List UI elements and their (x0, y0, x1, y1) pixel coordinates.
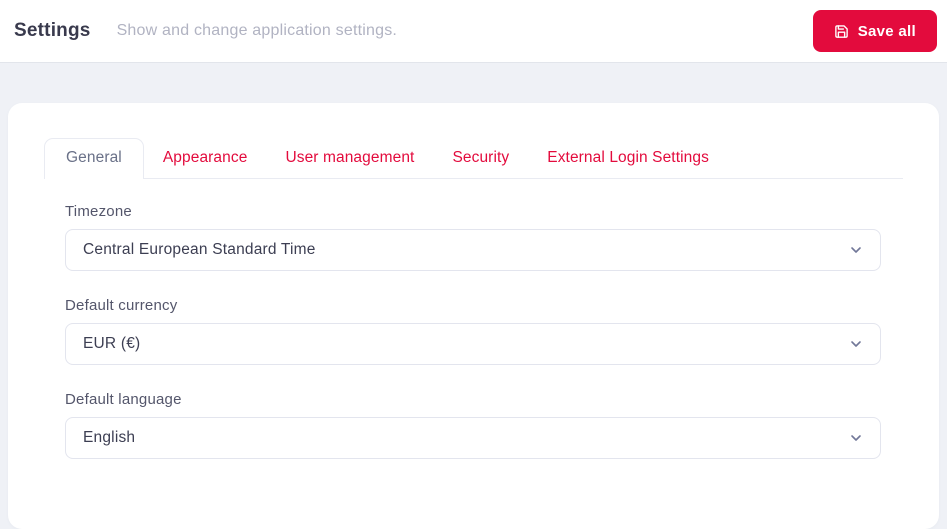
chevron-down-icon (848, 242, 864, 258)
timezone-select[interactable]: Central European Standard Time (65, 229, 881, 271)
default-language-label: Default language (65, 391, 881, 408)
default-currency-select-value: EUR (€) (83, 335, 140, 353)
tab-security[interactable]: Security (433, 139, 528, 178)
default-language-select-value: English (83, 429, 135, 447)
default-language-select[interactable]: English (65, 417, 881, 459)
tab-general[interactable]: General (44, 138, 144, 179)
general-tab-panel: Timezone Central European Standard Time … (44, 179, 903, 459)
default-currency-label: Default currency (65, 297, 881, 314)
default-currency-select[interactable]: EUR (€) (65, 323, 881, 365)
main-content: General Appearance User management Secur… (0, 103, 947, 529)
settings-tabs: General Appearance User management Secur… (44, 138, 903, 179)
chevron-down-icon (848, 430, 864, 446)
save-all-button-label: Save all (858, 23, 916, 40)
tab-appearance[interactable]: Appearance (144, 139, 267, 178)
default-currency-field-group: Default currency EUR (€) (65, 297, 881, 365)
timezone-field-group: Timezone Central European Standard Time (65, 203, 881, 271)
timezone-label: Timezone (65, 203, 881, 220)
timezone-select-value: Central European Standard Time (83, 241, 316, 259)
page-title: Settings (14, 20, 91, 42)
page-subtitle: Show and change application settings. (117, 22, 397, 40)
chevron-down-icon (848, 336, 864, 352)
floppy-disk-icon (834, 24, 849, 39)
tab-external-login-settings[interactable]: External Login Settings (528, 139, 728, 178)
tab-user-management[interactable]: User management (266, 139, 433, 178)
default-language-field-group: Default language English (65, 391, 881, 459)
settings-card: General Appearance User management Secur… (8, 103, 939, 529)
page-header: Settings Show and change application set… (0, 0, 947, 62)
save-all-button[interactable]: Save all (813, 10, 937, 52)
